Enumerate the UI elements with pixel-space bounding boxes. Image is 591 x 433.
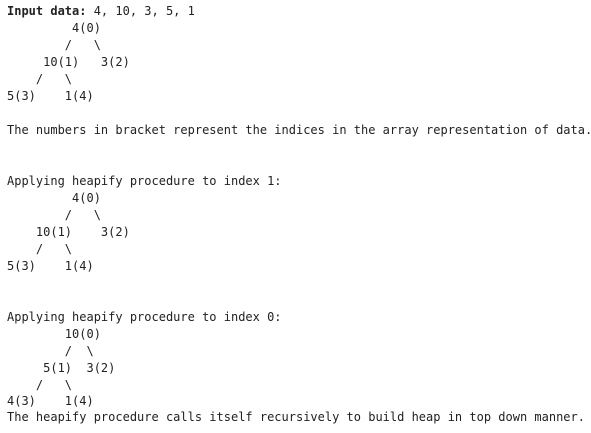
step2-tree-line: 10(0) xyxy=(7,327,101,341)
step2-tree-line: / \ xyxy=(7,344,94,358)
step2-tree-line: / \ xyxy=(7,378,73,392)
input-data-line: Input data: 4, 10, 3, 5, 1 xyxy=(7,3,591,20)
input-data-label: Input data: xyxy=(7,4,87,18)
tree1-line: 5(3) 1(4) xyxy=(7,89,94,103)
step2-tree-line: 5(1) 3(2) xyxy=(7,361,116,375)
tree1-line: 4(0) xyxy=(7,21,101,35)
step1-tree-line: 4(0) xyxy=(7,191,101,205)
recursive-note: The heapify procedure calls itself recur… xyxy=(7,410,585,424)
document-body: Input data: 4, 10, 3, 5, 1 4(0) / \ 10(1… xyxy=(7,3,591,426)
step1-tree-line: / \ xyxy=(7,242,73,256)
step2-tree-line: 4(3) 1(4) xyxy=(7,394,94,408)
step1-heading: Applying heapify procedure to index 1: xyxy=(7,174,282,188)
step1-tree-line: / \ xyxy=(7,208,101,222)
tree1-line: 10(1) 3(2) xyxy=(7,55,130,69)
step1-tree-line: 10(1) 3(2) xyxy=(7,225,130,239)
step2-heading: Applying heapify procedure to index 0: xyxy=(7,310,282,324)
input-data-values: 4, 10, 3, 5, 1 xyxy=(86,4,195,18)
tree1-line: / \ xyxy=(7,38,101,52)
tree1-line: / \ xyxy=(7,72,73,86)
step1-tree-line: 5(3) 1(4) xyxy=(7,259,94,273)
indices-note: The numbers in bracket represent the ind… xyxy=(7,123,591,137)
